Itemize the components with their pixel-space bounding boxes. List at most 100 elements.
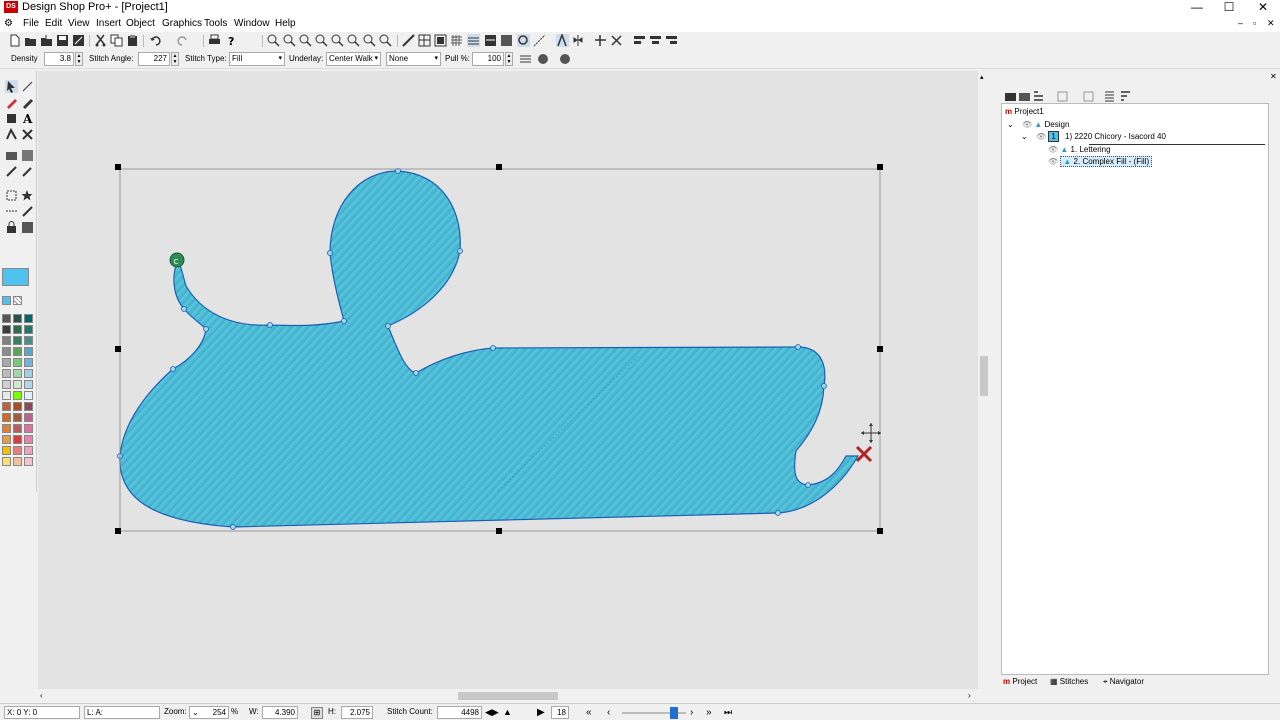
- palette-color-swatch[interactable]: [13, 402, 22, 411]
- menu-object[interactable]: Object: [126, 18, 155, 29]
- align-right-icon[interactable]: [665, 34, 678, 47]
- select-tool-icon[interactable]: [5, 80, 18, 93]
- panel-new-icon[interactable]: [1004, 90, 1017, 103]
- zoom-selection-icon[interactable]: [331, 34, 344, 47]
- current-color-swatch[interactable]: [2, 268, 29, 286]
- stitch-angle-spinner[interactable]: ▲ ▼: [171, 52, 179, 66]
- pen-tool-icon[interactable]: [21, 96, 34, 109]
- measure-icon[interactable]: [402, 34, 415, 47]
- panel-group-icon[interactable]: [1056, 90, 1069, 103]
- scroll-right-icon[interactable]: ›: [968, 691, 971, 700]
- text-tool-icon[interactable]: A: [21, 112, 34, 126]
- shape-node[interactable]: [341, 318, 347, 324]
- vertical-scrollbar[interactable]: ▴: [978, 71, 990, 689]
- palette-color-swatch[interactable]: [13, 358, 22, 367]
- resize-handle[interactable]: [877, 346, 883, 352]
- scroll-up-icon[interactable]: ▴: [980, 73, 984, 81]
- tree-item-complex-fill[interactable]: 👁 ▲ 2. Complex Fill - (Fill): [1048, 156, 1153, 167]
- help-icon[interactable]: ?: [225, 34, 238, 47]
- zoom-out-icon[interactable]: [283, 34, 296, 47]
- applique-tool-icon[interactable]: [5, 189, 18, 202]
- knife-tool-icon[interactable]: [21, 165, 34, 178]
- palette-color-swatch[interactable]: [13, 369, 22, 378]
- tie-tool-icon[interactable]: [21, 221, 34, 234]
- monogram-tool-icon[interactable]: [5, 127, 18, 141]
- menu-insert[interactable]: Insert: [96, 18, 121, 29]
- menu-view[interactable]: View: [68, 18, 90, 29]
- resize-handle[interactable]: [115, 164, 121, 170]
- stitch-type-select[interactable]: Fill ▾: [229, 52, 285, 66]
- redo-icon[interactable]: [176, 34, 189, 47]
- thread-color-swatch[interactable]: [2, 296, 11, 305]
- pull-input[interactable]: 100: [472, 52, 504, 66]
- palette-color-swatch[interactable]: [2, 413, 11, 422]
- fast-forward-icon[interactable]: »: [706, 707, 712, 718]
- design-canvas[interactable]: c: [38, 71, 978, 689]
- underlay2-select[interactable]: None ▾: [386, 52, 441, 66]
- tree-root[interactable]: m Project1: [1005, 107, 1044, 116]
- start-point-marker[interactable]: c: [169, 252, 185, 268]
- palette-color-swatch[interactable]: [24, 314, 33, 323]
- maximize-icon[interactable]: ☐: [1212, 0, 1246, 16]
- mdi-close-icon[interactable]: ✕: [1267, 18, 1275, 29]
- zoom-all-icon[interactable]: [379, 34, 392, 47]
- underlay-select[interactable]: Center Walk ▾: [326, 52, 381, 66]
- shape-node[interactable]: [795, 344, 801, 350]
- shape-node[interactable]: [457, 248, 463, 254]
- zoom-window-icon[interactable]: [347, 34, 360, 47]
- palette-color-swatch[interactable]: [13, 435, 22, 444]
- palette-color-swatch[interactable]: [13, 446, 22, 455]
- underlay-settings-icon[interactable]: [519, 53, 532, 66]
- shape-node[interactable]: [385, 323, 391, 329]
- eye-icon[interactable]: 👁: [1022, 120, 1032, 129]
- tree-item-lettering[interactable]: 👁 ▲ 1. Lettering: [1048, 145, 1111, 154]
- palette-color-swatch[interactable]: [13, 347, 22, 356]
- palette-color-swatch[interactable]: [2, 380, 11, 389]
- step-forward-icon[interactable]: ›: [690, 707, 693, 718]
- palette-color-swatch[interactable]: [24, 325, 33, 334]
- stitch-slider-thumb[interactable]: [670, 707, 678, 719]
- palette-color-swatch[interactable]: [13, 413, 22, 422]
- zoom-select[interactable]: ⌄ 254: [189, 706, 229, 719]
- project-tree[interactable]: m Project1 ⌄ 👁 ▲ Design ⌄ 👁 1 1) 2220 Ch…: [1001, 103, 1269, 675]
- palette-color-swatch[interactable]: [13, 391, 22, 400]
- print-icon[interactable]: [208, 34, 221, 47]
- palette-color-swatch[interactable]: [13, 380, 22, 389]
- freehand-tool-icon[interactable]: [5, 96, 18, 109]
- panel-close-icon[interactable]: ✕: [1270, 72, 1277, 81]
- panel-copy-icon[interactable]: [1018, 90, 1031, 103]
- palette-color-swatch[interactable]: [2, 325, 11, 334]
- tab-navigator[interactable]: ⌖ Navigator: [1103, 677, 1144, 687]
- mdi-restore-icon[interactable]: ▫: [1253, 18, 1256, 28]
- undo-icon[interactable]: [149, 34, 162, 47]
- show-stitches-icon[interactable]: [467, 34, 480, 47]
- mdi-minimize-icon[interactable]: –: [1238, 18, 1243, 28]
- align-left-icon[interactable]: [633, 34, 646, 47]
- palette-color-swatch[interactable]: [2, 336, 11, 345]
- texture-icon[interactable]: [500, 34, 513, 47]
- pattern-tool-icon[interactable]: [21, 149, 34, 162]
- shape-tool-icon[interactable]: [5, 112, 18, 125]
- menu-tools[interactable]: Tools: [204, 18, 227, 29]
- palette-color-swatch[interactable]: [2, 358, 11, 367]
- shape-node[interactable]: [230, 524, 236, 530]
- scroll-left-icon[interactable]: ‹: [40, 691, 43, 700]
- tab-project[interactable]: m Project: [1003, 677, 1037, 686]
- stitch-angle-input[interactable]: 227: [138, 52, 170, 66]
- star-tool-icon[interactable]: [21, 189, 34, 202]
- collapse-chevron-icon[interactable]: ⌄: [1007, 120, 1014, 129]
- resize-handle[interactable]: [115, 346, 121, 352]
- step-prev-next-icon[interactable]: ◀▶: [485, 707, 499, 718]
- palette-color-swatch[interactable]: [24, 391, 33, 400]
- minimize-icon[interactable]: —: [1180, 0, 1214, 16]
- palette-color-swatch[interactable]: [13, 314, 22, 323]
- shape-node[interactable]: [203, 326, 209, 332]
- resize-handle[interactable]: [877, 164, 883, 170]
- palette-color-swatch[interactable]: [24, 369, 33, 378]
- palette-color-swatch[interactable]: [13, 325, 22, 334]
- resize-handle[interactable]: [496, 528, 502, 534]
- palette-color-swatch[interactable]: [2, 391, 11, 400]
- shape-node[interactable]: [181, 306, 187, 312]
- height-input[interactable]: 2.075: [341, 706, 373, 719]
- step-updown-icon[interactable]: ▲: [503, 707, 512, 717]
